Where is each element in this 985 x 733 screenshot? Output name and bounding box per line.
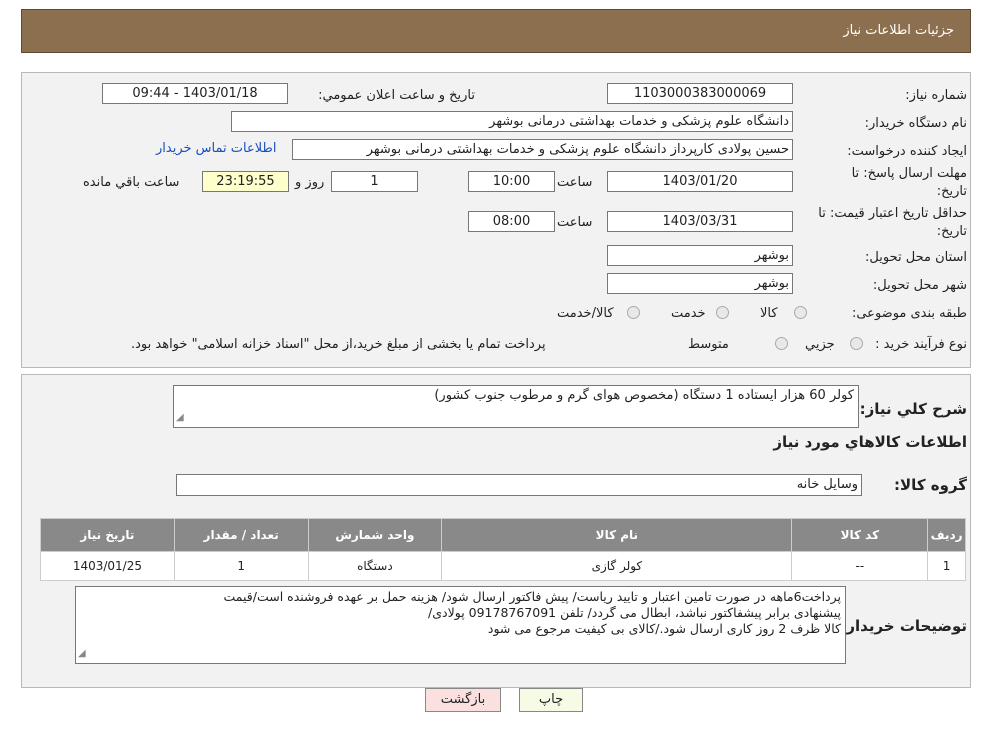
items-section-title: اطلاعات کالاهاي مورد نياز: [773, 433, 967, 451]
col-quantity: تعداد / مقدار: [173, 518, 309, 552]
buyer-notes-field: پرداخت6ماهه در صورت تامین اعتبار و تایید…: [75, 586, 846, 664]
remaining-time-field: 23:19:55: [202, 171, 289, 192]
page-title: جزئیات اطلاعات نیاز: [843, 23, 954, 38]
items-table: رديف کد کالا نام کالا واحد شمارش تعداد /…: [40, 518, 966, 581]
cell-row-number: 1: [927, 551, 966, 581]
deadline-label-date: تاريخ:: [936, 184, 967, 199]
col-goods-name: نام کالا: [441, 518, 793, 552]
cell-unit: دستگاه: [307, 551, 443, 581]
city-field: بوشهر: [607, 273, 793, 294]
need-number-field: 1103000383000069: [607, 83, 793, 104]
days-label: روز و: [295, 175, 325, 190]
goods-group-label: گروه کالا:: [894, 476, 967, 494]
description-label: شرح کلي نياز:: [859, 400, 967, 418]
requester-field: حسین پولادی کارپرداز دانشگاه علوم پزشکی …: [292, 139, 793, 160]
process-option-minor: جزيي: [805, 337, 835, 352]
validity-label-date: تاريخ:: [936, 224, 967, 239]
cell-goods-name: کولر گازی: [441, 551, 793, 581]
process-radio-minor[interactable]: [850, 337, 863, 350]
validity-time-field: 08:00: [468, 211, 555, 232]
validity-date-field: 1403/03/31: [607, 211, 793, 232]
province-label: استان محل تحويل:: [865, 250, 967, 265]
table-row: 1 -- کولر گازی دستگاه 1 1403/01/25: [40, 551, 966, 581]
table-header-row: رديف کد کالا نام کالا واحد شمارش تعداد /…: [40, 518, 966, 552]
process-note: پرداخت تمام يا بخشی از مبلغ خريد،از محل …: [131, 337, 546, 352]
announce-date-field: 1403/01/18 - 09:44: [102, 83, 288, 104]
buyer-notes-line-1: پرداخت6ماهه در صورت تامین اعتبار و تایید…: [223, 589, 842, 604]
days-remaining-field: 1: [331, 171, 418, 192]
buyer-notes-line-2: پیشنهادی برابر پیشفاکتور نباشد، ابطال می…: [428, 605, 841, 620]
resize-grip-icon[interactable]: ◢: [78, 646, 86, 662]
deadline-date-field: 1403/01/20: [607, 171, 793, 192]
announce-date-label: تاریخ و ساعت اعلان عمومي:: [318, 88, 475, 103]
need-number-label: شماره نیاز:: [905, 88, 967, 103]
category-option-service: خدمت: [671, 306, 706, 321]
col-row-number: رديف: [927, 518, 966, 552]
category-radio-goods[interactable]: [794, 306, 807, 319]
buyer-org-label: نام دستگاه خريدار:: [864, 116, 967, 131]
remaining-time-label: ساعت باقي مانده: [83, 175, 180, 190]
process-label: نوع فرآيند خريد :: [875, 337, 967, 352]
col-need-date: تاريخ نياز: [40, 518, 175, 552]
buyer-contact-link[interactable]: اطلاعات تماس خريدار: [156, 141, 276, 156]
col-unit: واحد شمارش: [307, 518, 443, 552]
validity-time-label: ساعت: [557, 215, 593, 230]
buyer-org-field: دانشگاه علوم پزشکی و خدمات بهداشتی درمان…: [231, 111, 793, 132]
category-label: طبقه بندی موضوعی:: [851, 306, 967, 321]
description-text: کولر 60 هزار ایستاده 1 دستگاه (مخصوص هوا…: [434, 388, 854, 403]
page-header: جزئیات اطلاعات نیاز: [21, 9, 971, 53]
category-radio-service[interactable]: [716, 306, 729, 319]
buyer-notes-label: توضيحات خريدار:: [840, 617, 967, 635]
goods-group-field: وسایل خانه: [176, 474, 862, 496]
category-option-goods: کالا: [760, 306, 778, 321]
process-radio-medium[interactable]: [775, 337, 788, 350]
category-option-both: کالا/خدمت: [557, 306, 614, 321]
deadline-label: مهلت ارسال پاسخ: تا: [851, 166, 967, 181]
deadline-time-label: ساعت: [557, 175, 593, 190]
cell-goods-code: --: [791, 551, 929, 581]
col-goods-code: کد کالا: [791, 518, 929, 552]
category-radio-both[interactable]: [627, 306, 640, 319]
description-field: کولر 60 هزار ایستاده 1 دستگاه (مخصوص هوا…: [173, 385, 859, 428]
resize-grip-icon[interactable]: ◢: [176, 410, 184, 426]
cell-need-date: 1403/01/25: [40, 551, 175, 581]
requester-label: ايجاد کننده درخواست:: [847, 144, 967, 159]
province-field: بوشهر: [607, 245, 793, 266]
buyer-notes-line-3: کالا ظرف 2 روز کاری ارسال شود./کالای بی …: [487, 621, 841, 636]
back-button[interactable]: بازگشت: [425, 688, 501, 712]
print-button[interactable]: چاپ: [519, 688, 583, 712]
city-label: شهر محل تحويل:: [872, 278, 967, 293]
cell-quantity: 1: [173, 551, 309, 581]
validity-label: حداقل تاريخ اعتبار قيمت: تا: [818, 206, 967, 221]
deadline-time-field: 10:00: [468, 171, 555, 192]
process-option-medium: متوسط: [688, 337, 729, 352]
